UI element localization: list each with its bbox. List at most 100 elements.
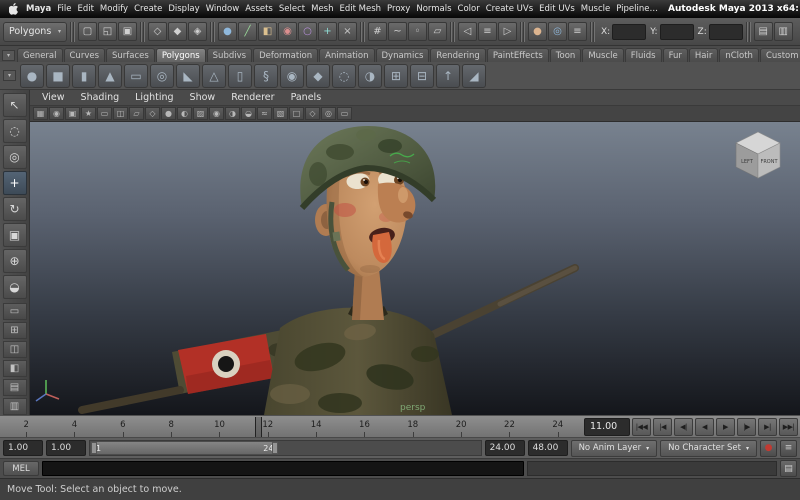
- snap-to-grid-icon[interactable]: #: [368, 22, 387, 41]
- mirror-icon[interactable]: ◑: [358, 64, 382, 88]
- smooth-icon[interactable]: ◌: [332, 64, 356, 88]
- panel-menu-item[interactable]: Renderer: [223, 90, 282, 106]
- select-tool[interactable]: ↖: [3, 93, 27, 117]
- go-to-start-button[interactable]: |◀◀: [632, 418, 651, 436]
- xray-icon[interactable]: □: [289, 107, 304, 120]
- poly-helix-icon[interactable]: §: [254, 64, 278, 88]
- 2d-pan-zoom-icon[interactable]: ◫: [113, 107, 128, 120]
- mel-toggle-button[interactable]: MEL: [3, 461, 39, 476]
- construction-history-icon[interactable]: ≡: [478, 22, 497, 41]
- current-time-marker[interactable]: [255, 417, 262, 437]
- shelf-tab[interactable]: Fur: [663, 48, 688, 63]
- inputs-icon[interactable]: ◁: [458, 22, 477, 41]
- mac-menu-item[interactable]: File: [54, 0, 74, 18]
- poly-cube-icon[interactable]: ■: [46, 64, 70, 88]
- layout-single-pane[interactable]: ▭: [3, 303, 27, 320]
- poly-pipe-icon[interactable]: ▯: [228, 64, 252, 88]
- panel-menu-item[interactable]: Show: [182, 90, 224, 106]
- mask-surfaces-icon[interactable]: ◧: [258, 22, 277, 41]
- anim-layer-button[interactable]: No Anim Layer ▾: [571, 440, 658, 457]
- select-camera-icon[interactable]: ▦: [33, 107, 48, 120]
- shelf-menu-icon[interactable]: ▾: [3, 70, 16, 81]
- timeline-frame-label[interactable]: 24: [534, 417, 582, 437]
- mac-menu-item[interactable]: Modify: [97, 0, 131, 18]
- mac-menu-item[interactable]: Color: [455, 0, 483, 18]
- bevel-icon[interactable]: ◢: [462, 64, 486, 88]
- isolate-select-icon[interactable]: ◎: [321, 107, 336, 120]
- shelf-tab[interactable]: Dynamics: [376, 48, 430, 63]
- mac-menu-item[interactable]: Muscle: [578, 0, 613, 18]
- shelf-tab[interactable]: Curves: [64, 48, 106, 63]
- poly-cylinder-icon[interactable]: ▮: [72, 64, 96, 88]
- poly-cone-icon[interactable]: ▲: [98, 64, 122, 88]
- transform-input[interactable]: [660, 24, 694, 40]
- mac-menu-item[interactable]: Create: [131, 0, 165, 18]
- mac-menu-item[interactable]: Edit UVs: [536, 0, 578, 18]
- timeline-track[interactable]: 24681012141618202224: [2, 417, 582, 437]
- animation-start-field[interactable]: 1.00: [3, 440, 43, 456]
- shelf-tab[interactable]: PaintEffects: [487, 48, 549, 63]
- poly-platonic-icon[interactable]: ◆: [306, 64, 330, 88]
- layout-graph-editor[interactable]: ▤: [3, 379, 27, 396]
- timeline-frame-label[interactable]: 12: [244, 417, 292, 437]
- shelf-tab[interactable]: Muscle: [582, 48, 623, 63]
- bookmark-icon[interactable]: ★: [81, 107, 96, 120]
- shelf-tab[interactable]: Animation: [319, 48, 374, 63]
- camera-attributes-icon[interactable]: ▣: [65, 107, 80, 120]
- mac-menu-item[interactable]: Edit Mesh: [337, 0, 385, 18]
- view-cube[interactable]: LEFT FRONT: [736, 132, 780, 178]
- poly-plane-icon[interactable]: ▭: [124, 64, 148, 88]
- timeline-frame-label[interactable]: 2: [2, 417, 50, 437]
- panel-menu-item[interactable]: View: [34, 90, 73, 106]
- grease-pencil-icon[interactable]: ▱: [129, 107, 144, 120]
- shelf-tab[interactable]: Polygons: [156, 48, 206, 63]
- textured-icon[interactable]: ▨: [193, 107, 208, 120]
- timeline-frame-label[interactable]: 16: [340, 417, 388, 437]
- auto-keyframe-icon[interactable]: ●: [760, 440, 777, 457]
- mac-menu-item[interactable]: Pipeline…: [613, 0, 661, 18]
- resolution-gate-icon[interactable]: ▭: [337, 107, 352, 120]
- shelf-tab[interactable]: Surfaces: [106, 48, 155, 63]
- range-slider-track[interactable]: 1 24: [89, 440, 482, 456]
- mac-menu-item[interactable]: Edit: [74, 0, 96, 18]
- lights-icon[interactable]: ◉: [209, 107, 224, 120]
- snap-to-point-icon[interactable]: ◦: [408, 22, 427, 41]
- soft-mod-tool[interactable]: ◒: [3, 275, 27, 299]
- playback-end-field[interactable]: 24.00: [485, 440, 525, 456]
- toolbar-collapser[interactable]: [140, 22, 145, 42]
- mac-menu-item[interactable]: Assets: [242, 0, 276, 18]
- layout-four-view[interactable]: ⊞: [3, 322, 27, 339]
- rotate-tool[interactable]: ↻: [3, 197, 27, 221]
- layout-hypershade[interactable]: ◧: [3, 360, 27, 377]
- panel-menu-item[interactable]: Panels: [283, 90, 330, 106]
- render-current-frame-icon[interactable]: ●: [528, 22, 547, 41]
- poly-count-icon[interactable]: ▤: [754, 22, 773, 41]
- mask-handles-icon[interactable]: +: [318, 22, 337, 41]
- outputs-icon[interactable]: ▷: [498, 22, 517, 41]
- panel-menu-item[interactable]: Shading: [73, 90, 128, 106]
- toolbar-collapser[interactable]: [210, 22, 215, 42]
- mac-menu-item[interactable]: Display: [165, 0, 202, 18]
- shelf-tab[interactable]: Hair: [689, 48, 718, 63]
- playback-start-field[interactable]: 1.00: [46, 440, 86, 456]
- mac-menu-item[interactable]: Create UVs: [483, 0, 536, 18]
- extrude-icon[interactable]: ↑: [436, 64, 460, 88]
- render-settings-icon[interactable]: ≡: [568, 22, 587, 41]
- shelf-tab-menu-icon[interactable]: ▾: [2, 50, 15, 61]
- combine-icon[interactable]: ⊞: [384, 64, 408, 88]
- select-component-icon[interactable]: ◈: [188, 22, 207, 41]
- occlusion-icon[interactable]: ◒: [241, 107, 256, 120]
- timeline-frame-label[interactable]: 14: [292, 417, 340, 437]
- animation-preferences-icon[interactable]: ≡: [780, 440, 797, 457]
- timeline-frame-label[interactable]: 10: [195, 417, 243, 437]
- shelf-tab[interactable]: Subdivs: [207, 48, 252, 63]
- wireframe-icon[interactable]: ◇: [145, 107, 160, 120]
- toolbar-collapser[interactable]: [520, 22, 525, 42]
- lock-camera-icon[interactable]: ◉: [49, 107, 64, 120]
- shelf-tab[interactable]: General: [17, 48, 63, 63]
- select-hierarchy-icon[interactable]: ◇: [148, 22, 167, 41]
- motion-blur-icon[interactable]: ≈: [257, 107, 272, 120]
- timeline-frame-label[interactable]: 22: [485, 417, 533, 437]
- move-tool[interactable]: +: [3, 171, 27, 195]
- select-object-icon[interactable]: ◆: [168, 22, 187, 41]
